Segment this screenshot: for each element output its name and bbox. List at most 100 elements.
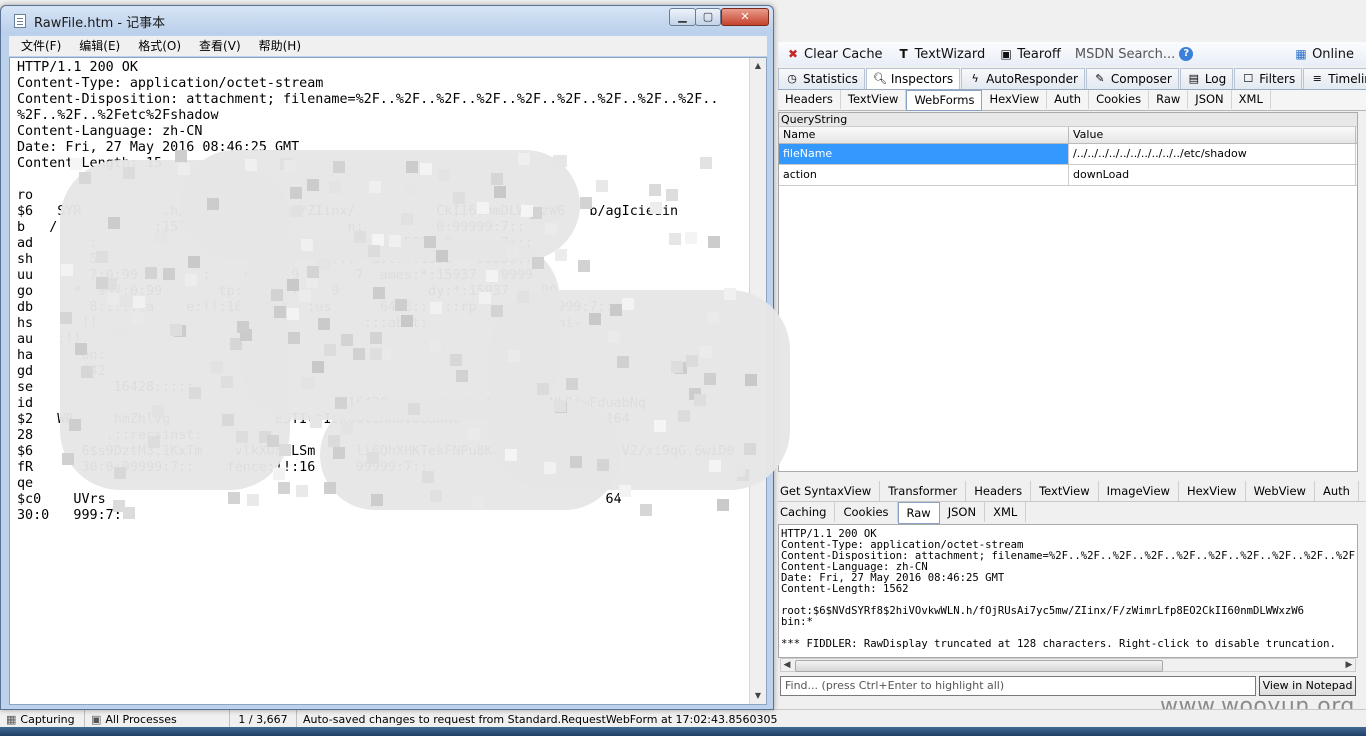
menu-file[interactable]: 文件(F) [9, 36, 67, 56]
resp-tab-cookies[interactable]: Cookies [835, 502, 898, 522]
notepad-content[interactable]: HTTP/1.1 200 OK Content-Type: applicatio… [17, 60, 747, 700]
resp-tab-hexview[interactable]: HexView [1179, 481, 1246, 501]
tearoff-button[interactable]: ▣ Tearoff [999, 47, 1061, 62]
scroll-up-icon[interactable]: ▲ [750, 58, 766, 74]
column-header-value[interactable]: Value [1069, 127, 1356, 143]
online-indicator[interactable]: ▦ Online [1294, 47, 1354, 62]
menu-help[interactable]: 帮助(H) [247, 36, 307, 56]
tearoff-icon: ▣ [1000, 47, 1012, 61]
clear-cache-button[interactable]: ✖ Clear Cache [786, 47, 883, 62]
resp-tab-json[interactable]: JSON [940, 502, 986, 522]
table-row[interactable]: action downLoad [779, 165, 1357, 186]
req-tab-xml[interactable]: XML [1232, 90, 1271, 109]
param-value[interactable]: /../../../../../../../../../../etc/shado… [1069, 144, 1356, 164]
stopwatch-icon: ◷ [787, 72, 797, 85]
text-line: sh 59 99:7: ail:*:1593 99999:7 [17, 252, 533, 267]
req-tab-auth[interactable]: Auth [1047, 90, 1090, 109]
raw-line: *** FIDDLER: RawDisplay truncated at 128… [781, 638, 1336, 650]
resp-tab-imageview[interactable]: ImageView [1099, 481, 1179, 501]
raw-horizontal-scrollbar[interactable]: ◀ ▶ [780, 658, 1356, 672]
req-tab-textview[interactable]: TextView [841, 90, 907, 109]
req-tab-webforms[interactable]: WebForms [906, 90, 983, 111]
view-in-notepad-button[interactable]: View in Notepad [1259, 676, 1356, 696]
maximize-icon: ▢ [702, 10, 714, 23]
window-title: RawFile.htm - 记事本 [34, 16, 166, 31]
raw-response-view[interactable]: HTTP/1.1 200 OK Content-Type: applicatio… [778, 524, 1358, 658]
inspector-main-tabs: ◷ Statistics 🔍︎ Inspectors ϟ AutoResponder … [778, 68, 1366, 90]
taskbar [0, 727, 1366, 736]
maximize-button[interactable]: ▢ [695, 8, 721, 26]
resp-tab-webview[interactable]: WebView [1246, 481, 1315, 501]
resp-tab-xml[interactable]: XML [985, 502, 1027, 522]
pencil-icon: ✎ [1095, 72, 1105, 85]
notepad-icon [14, 14, 26, 28]
text-line: ad : : sync 15937:0: 7::: [17, 236, 533, 251]
text-line: gd 642 [17, 364, 106, 379]
tab-autoresponder[interactable]: ϟ AutoResponder [961, 68, 1085, 89]
column-header-name[interactable]: Name [779, 127, 1069, 143]
capturing-indicator[interactable]: ▦ Capturing [0, 710, 85, 728]
process-filter[interactable]: ▣ All Processes [85, 710, 230, 728]
process-icon: ▣ [91, 712, 102, 726]
notepad-window: RawFile.htm - 记事本 ▁ ▢ ✕ 文件(F) 编辑(E) 格式(O… [0, 5, 774, 710]
param-value[interactable]: downLoad [1069, 165, 1356, 185]
log-icon: ▤ [1188, 72, 1200, 85]
find-input[interactable]: Find... (press Ctrl+Enter to highlight a… [780, 676, 1256, 696]
menu-view[interactable]: 查看(V) [187, 36, 247, 56]
textwizard-button[interactable]: T TextWizard [897, 47, 985, 62]
param-name[interactable]: action [779, 165, 1069, 185]
tab-log[interactable]: ▤ Log [1179, 68, 1234, 89]
response-inspector-tabs-row2: Caching Cookies Raw JSON XML [778, 502, 1366, 524]
scroll-down-icon[interactable]: ▼ [750, 688, 766, 704]
tab-inspectors[interactable]: 🔍︎ Inspectors [865, 68, 961, 89]
req-tab-cookies[interactable]: Cookies [1089, 90, 1150, 109]
lightning-icon: ϟ [971, 72, 979, 85]
tab-statistics[interactable]: ◷ Statistics [778, 68, 865, 89]
text-line: ro [17, 188, 34, 203]
resp-tab-transformer[interactable]: Transformer [880, 481, 967, 501]
text-line: $6 6$s9DztM3.1KxTm vlkXOhBLSm li6QhXHKTe… [17, 444, 735, 459]
param-name[interactable]: fileName [779, 144, 1069, 164]
text-line [17, 172, 747, 188]
notepad-vertical-scrollbar[interactable]: ▲ ▼ [749, 58, 766, 704]
notepad-titlebar[interactable]: RawFile.htm - 记事本 ▁ ▢ ✕ [1, 6, 773, 34]
menu-edit[interactable]: 编辑(E) [67, 36, 126, 56]
querystring-header: Name Value [779, 127, 1357, 144]
resp-tab-headers[interactable]: Headers [966, 481, 1032, 501]
resp-tab-auth[interactable]: Auth [1315, 481, 1359, 501]
resp-tab-textview[interactable]: TextView [1031, 481, 1099, 501]
close-button[interactable]: ✕ [721, 8, 769, 26]
req-tab-hexview[interactable]: HexView [982, 90, 1048, 109]
text-line: Content-Type: application/octet-stream [17, 76, 324, 91]
raw-line: root:$6$NVdSYRf8$2hiVOvkwWLN.h/fOjRUsAi7… [781, 605, 1304, 617]
text-line: HTTP/1.1 200 OK [17, 60, 138, 75]
tab-composer[interactable]: ✎ Composer [1085, 68, 1179, 89]
text-line: 28 .::recsinst: [17, 428, 203, 443]
resp-tab-caching[interactable]: Caching [778, 502, 836, 522]
notepad-menubar: 文件(F) 编辑(E) 格式(O) 查看(V) 帮助(H) [9, 36, 767, 56]
status-bar: ▦ Capturing ▣ All Processes 1 / 3,667 Au… [0, 709, 1366, 728]
menu-format[interactable]: 格式(O) [126, 36, 187, 56]
tab-timeline[interactable]: ≡Timeline [1303, 68, 1366, 89]
scroll-left-icon[interactable]: ◀ [781, 659, 793, 671]
req-tab-headers[interactable]: Headers [778, 90, 841, 109]
tab-filters[interactable]: ☐ Filters [1234, 68, 1303, 89]
raw-line: Content-Length: 1562 [781, 583, 909, 595]
minimize-icon: ▁ [678, 10, 687, 23]
msdn-search-box[interactable]: MSDN Search... ? [1075, 47, 1194, 62]
req-tab-json[interactable]: JSON [1188, 90, 1232, 109]
status-message: Auto-saved changes to request from Stand… [303, 712, 778, 726]
notepad-text-area[interactable]: HTTP/1.1 200 OK Content-Type: applicatio… [9, 57, 767, 705]
resp-tab-raw[interactable]: Raw [897, 502, 940, 524]
text-line: qe [17, 476, 34, 491]
scrollbar-thumb[interactable] [795, 660, 1163, 672]
text-line: uu 7:0:99 : r:*:159 7 ames:*:15937 9999 [17, 268, 533, 283]
resp-tab-syntaxview[interactable]: Get SyntaxView [778, 481, 881, 501]
req-tab-raw[interactable]: Raw [1149, 90, 1189, 109]
minimize-button[interactable]: ▁ [669, 8, 696, 26]
response-inspector-tabs-row1: Get SyntaxView Transformer Headers TextV… [778, 481, 1366, 502]
table-row[interactable]: fileName /../../../../../../../../../../… [779, 144, 1357, 165]
scroll-right-icon[interactable]: ▶ [1343, 659, 1355, 671]
help-icon[interactable]: ? [1179, 47, 1194, 61]
text-line: go * 937:0:99 tp:*:15937 9 dy:*:15937 99 [17, 284, 558, 299]
